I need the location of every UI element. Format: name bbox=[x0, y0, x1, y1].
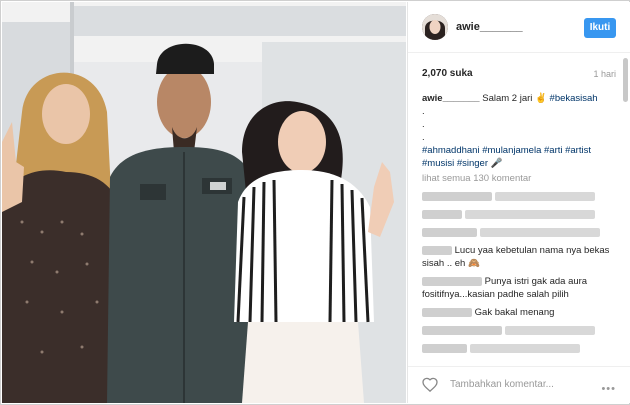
comments-scrollbar[interactable] bbox=[623, 58, 628, 102]
view-all-comments-link[interactable]: lihat semua 130 komentar bbox=[422, 172, 618, 185]
follow-button[interactable]: Ikuti bbox=[584, 18, 616, 38]
comment-3-text: Gak bakal menang bbox=[474, 307, 555, 318]
blurred-username bbox=[422, 325, 502, 335]
like-count[interactable]: 2,070 suka bbox=[422, 68, 473, 79]
comment-1: Lucu yaa kebetulan nama nya bekas sisah … bbox=[422, 244, 618, 270]
caption-dot-3: . bbox=[422, 132, 425, 143]
post-header: awie_______ Ikuti bbox=[408, 2, 630, 53]
blurred-username bbox=[422, 307, 472, 317]
comment-blurred-3 bbox=[422, 226, 618, 239]
blurred-username bbox=[422, 191, 492, 201]
caption-username[interactable]: awie_______ bbox=[422, 93, 480, 104]
post-sidebar: awie_______ Ikuti 2,070 suka 1 hari awie… bbox=[407, 2, 630, 403]
blurred-text bbox=[464, 209, 595, 219]
instagram-post-embed: awie_______ Ikuti 2,070 suka 1 hari awie… bbox=[0, 0, 630, 405]
blurred-text bbox=[504, 325, 595, 335]
profile-avatar[interactable] bbox=[422, 14, 448, 40]
blurred-username bbox=[422, 227, 477, 237]
post-photo[interactable] bbox=[2, 2, 406, 403]
microphone-emoji: 🎤 bbox=[490, 158, 503, 169]
comment-3: Gak bakal menang bbox=[422, 306, 618, 319]
monkey-emoji: 🙈 bbox=[467, 258, 480, 269]
comment-bar: Tambahkan komentar... ••• bbox=[408, 366, 630, 403]
caption-dot-2: . bbox=[422, 119, 425, 130]
blurred-text bbox=[479, 227, 600, 237]
blurred-text bbox=[469, 343, 580, 353]
caption-hashtags-line: #ahmaddhani #mulanjamela #arti #artist #… bbox=[422, 144, 618, 170]
blurred-username bbox=[422, 209, 462, 219]
blurred-text bbox=[494, 191, 595, 201]
blurred-username bbox=[422, 343, 467, 353]
comment-2: Punya istri gak ada aura fositifnya...ka… bbox=[422, 275, 618, 301]
blurred-username bbox=[422, 245, 452, 255]
comment-blurred-2 bbox=[422, 208, 618, 221]
caption: awie_______ Salam 2 jari ✌ #bekasisah bbox=[422, 92, 618, 105]
post-username[interactable]: awie_______ bbox=[456, 21, 523, 33]
comments-section: awie_______ Salam 2 jari ✌ #bekasisah . … bbox=[422, 92, 618, 360]
comment-blurred-4 bbox=[422, 324, 618, 337]
comment-blurred-1 bbox=[422, 190, 618, 203]
comment-blurred-5 bbox=[422, 342, 618, 355]
caption-dot-1: . bbox=[422, 106, 425, 117]
post-time[interactable]: 1 hari bbox=[593, 69, 616, 79]
post-photo-illustration bbox=[2, 2, 406, 403]
caption-hashtags[interactable]: #ahmaddhani #mulanjamela #arti #artist #… bbox=[422, 145, 591, 169]
more-options-icon[interactable]: ••• bbox=[601, 383, 616, 395]
hashtag-bekasisah[interactable]: #bekasisah bbox=[550, 93, 598, 104]
add-comment-input[interactable]: Tambahkan komentar... bbox=[450, 379, 554, 390]
caption-text: Salam 2 jari bbox=[482, 93, 533, 104]
blurred-username bbox=[422, 276, 482, 286]
peace-emoji: ✌ bbox=[535, 93, 547, 104]
heart-icon[interactable] bbox=[422, 377, 438, 392]
avatar-image bbox=[422, 14, 448, 40]
